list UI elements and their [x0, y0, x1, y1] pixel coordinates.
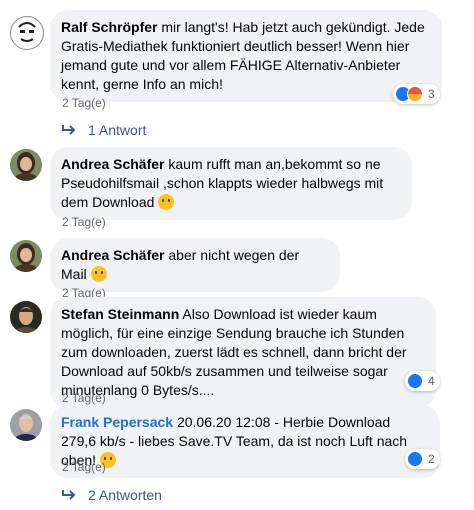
avatar-face-icon — [12, 18, 42, 48]
view-replies-link[interactable]: 2 Antworten — [62, 487, 162, 503]
like-icon — [407, 373, 423, 389]
reaction-count: 4 — [428, 374, 435, 388]
avatar[interactable] — [10, 149, 42, 181]
comment-timestamp[interactable]: 2 Tag(e) — [62, 96, 106, 110]
comment-author[interactable]: Andrea Schäfer — [61, 156, 164, 172]
comment-bubble: Frank Pepersack 20.06.20 12:08 - Herbie … — [50, 405, 440, 478]
comment-bubble: Stefan Steinmann Also Download ist wiede… — [50, 297, 436, 408]
replies-label: 2 Antworten — [88, 487, 162, 503]
tongue-wink-face-icon — [90, 266, 107, 282]
reaction-count: 3 — [428, 87, 435, 101]
comment-bubble: Andrea Schäfer kaum rufft man an,bekommt… — [50, 147, 412, 220]
avatar-photo-icon — [10, 149, 42, 181]
comment-author[interactable]: Andrea Schäfer — [61, 247, 164, 263]
avatar-photo-icon — [10, 240, 42, 272]
avatar-photo-icon — [10, 409, 42, 441]
avatar[interactable] — [10, 301, 42, 333]
avatar[interactable] — [10, 409, 42, 441]
comment-bubble: Ralf Schröpfer mir langt's! Hab jetzt au… — [50, 10, 442, 102]
reaction-summary[interactable]: 2 — [405, 449, 440, 469]
angry-icon — [407, 86, 423, 102]
reaction-summary[interactable]: 3 — [393, 84, 440, 104]
reply-arrow-icon — [62, 490, 76, 500]
comment-author[interactable]: Stefan Steinmann — [61, 306, 179, 322]
comment-timestamp[interactable]: 2 Tag(e) — [62, 391, 106, 405]
comment-timestamp[interactable]: 2 Tag(e) — [62, 460, 106, 474]
like-icon — [407, 451, 423, 467]
comment-author[interactable]: Ralf Schröpfer — [61, 19, 157, 35]
avatar[interactable] — [10, 16, 44, 50]
view-replies-link[interactable]: 1 Antwort — [62, 122, 146, 138]
avatar[interactable] — [10, 240, 42, 272]
reply-arrow-icon — [62, 125, 76, 135]
reaction-summary[interactable]: 4 — [405, 371, 440, 391]
comment-thread: Ralf Schröpfer mir langt's! Hab jetzt au… — [0, 0, 474, 510]
upside-down-face-icon — [158, 194, 175, 210]
replies-label: 1 Antwort — [88, 122, 147, 138]
comment-author[interactable]: Frank Pepersack — [61, 414, 173, 430]
reaction-count: 2 — [428, 452, 435, 466]
comment-timestamp[interactable]: 2 Tag(e) — [62, 215, 106, 229]
avatar-photo-icon — [10, 301, 42, 333]
comment-bubble: Andrea Schäfer aber nicht wegen der Mail — [50, 238, 340, 292]
